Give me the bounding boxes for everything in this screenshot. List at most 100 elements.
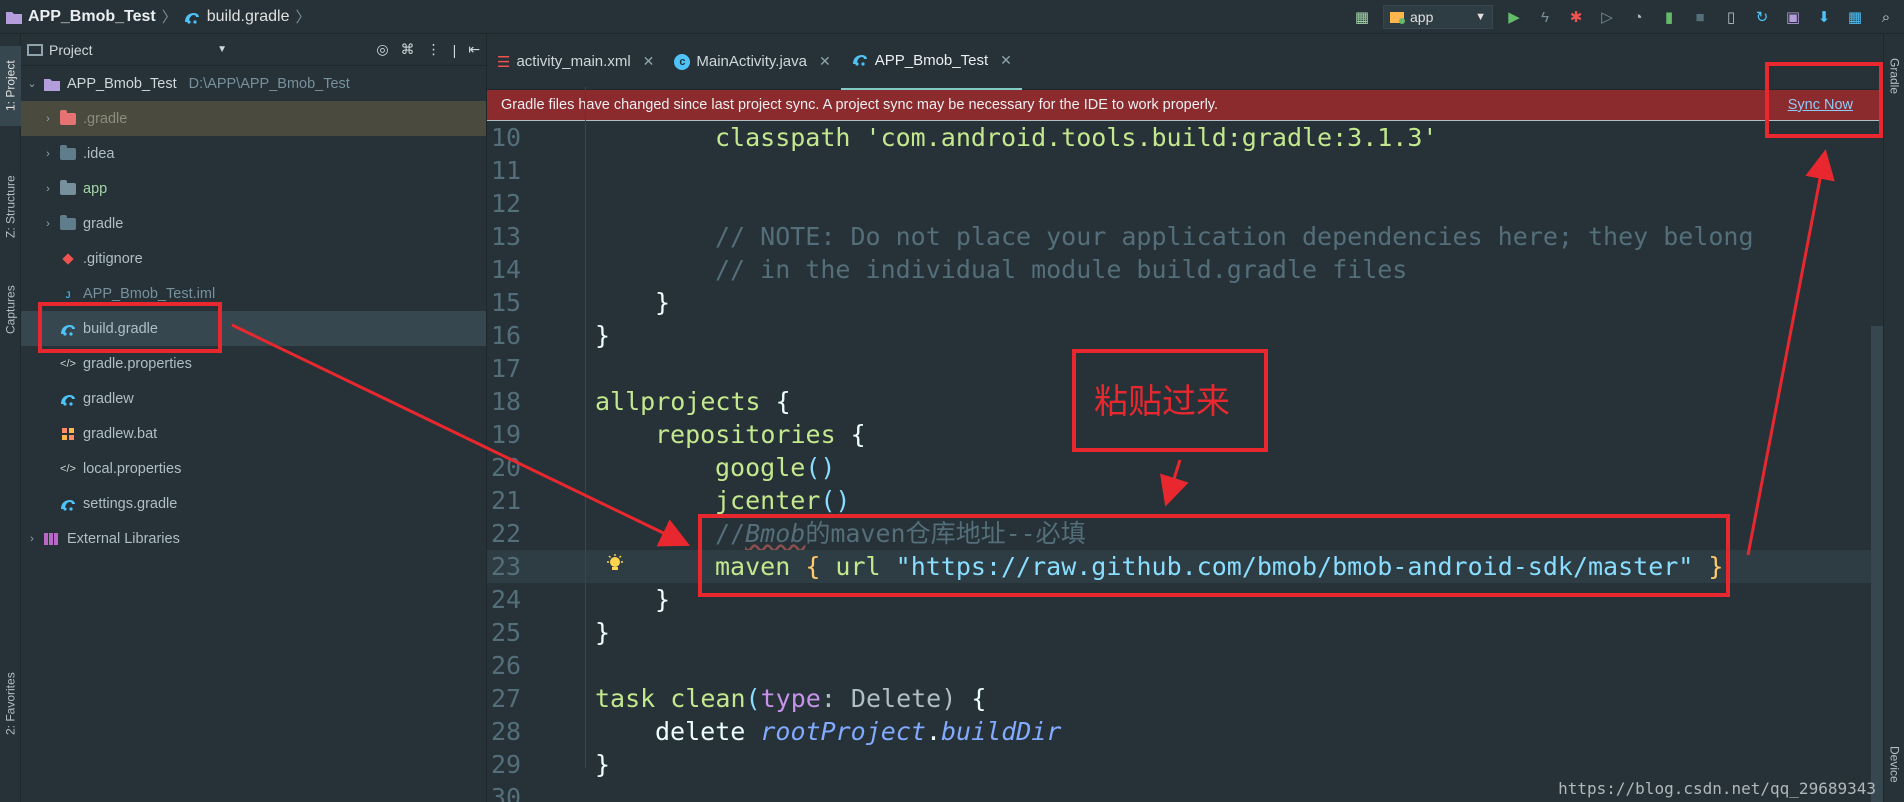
tree-item-external-libraries[interactable]: › External Libraries: [21, 521, 486, 556]
line-number: 13: [491, 222, 522, 251]
tree-item-label: settings.gradle: [83, 495, 178, 512]
gradle-icon: [59, 390, 77, 408]
tree-item-label: app: [83, 180, 108, 197]
lightbulb-icon[interactable]: [606, 554, 624, 574]
profile-icon[interactable]: ▷: [1597, 7, 1617, 27]
code-line: 27 task clean(type: Delete) {: [487, 682, 1883, 715]
code-token: task: [595, 684, 671, 713]
breadcrumb-file[interactable]: build.gradle: [183, 7, 290, 26]
search-icon[interactable]: ⌕: [1876, 7, 1896, 27]
sdk-icon[interactable]: ⬇: [1814, 7, 1834, 27]
tab-structure[interactable]: Z: Structure: [0, 152, 21, 262]
tree-item-gradlew[interactable]: gradlew: [21, 381, 486, 416]
run-config-select[interactable]: app ▼: [1383, 5, 1493, 29]
tab-app-bmob-test[interactable]: APP_Bmob_Test ✕: [840, 33, 1022, 90]
project-view-select[interactable]: Project ▼: [27, 42, 227, 58]
code-line: 12: [487, 187, 1883, 220]
editor-scrollbar[interactable]: [1871, 326, 1883, 802]
code-token: .: [925, 717, 941, 746]
tree-item-app[interactable]: › app: [21, 171, 486, 206]
code-token: (: [745, 684, 761, 713]
run-config-label: app: [1410, 9, 1434, 25]
code-token: type: [760, 684, 821, 713]
device-icon[interactable]: ▮: [1659, 7, 1679, 27]
close-icon[interactable]: ✕: [819, 53, 831, 70]
batch-file-icon: [59, 425, 77, 443]
code-token: }: [595, 321, 611, 350]
layout-icon[interactable]: ▦: [1845, 7, 1865, 27]
tree-item-gradle[interactable]: › gradle: [21, 206, 486, 241]
tab-captures[interactable]: Captures: [0, 270, 21, 350]
left-tool-strip: 1: Project Z: Structure Captures 2: Favo…: [0, 34, 21, 802]
tab-activity-main[interactable]: ☰ activity_main.xml ✕: [487, 34, 664, 90]
sdk-manager-icon[interactable]: ▯: [1721, 7, 1741, 27]
tab-favorites[interactable]: 2: Favorites: [0, 654, 21, 754]
library-icon: [43, 530, 61, 548]
sync-icon[interactable]: ↻: [1752, 7, 1772, 27]
tree-item-settings-gradle[interactable]: settings.gradle: [21, 486, 486, 521]
gutter-divider: [585, 87, 586, 768]
more-options-icon[interactable]: ⋮: [427, 41, 441, 58]
run-icon[interactable]: ▶: [1504, 7, 1524, 27]
tree-item-label: gradle.properties: [83, 355, 192, 372]
tree-item-idea[interactable]: › .idea: [21, 136, 486, 171]
project-panel-header: Project ▼ ◎ ⌘ ⋮ | ⇤: [21, 34, 486, 66]
line-number: 24: [491, 585, 522, 614]
code-token: (): [805, 453, 836, 482]
close-icon[interactable]: ✕: [1000, 52, 1012, 69]
tree-item-gradle-dir[interactable]: › .gradle: [21, 101, 486, 136]
folder-icon: [59, 214, 77, 233]
chevron-down-icon: ▼: [217, 44, 227, 55]
tree-item-local-properties[interactable]: </> local.properties: [21, 451, 486, 486]
tree-item-label: .idea: [83, 145, 115, 162]
line-number: 14: [491, 255, 522, 284]
code-token: rootProject: [760, 717, 926, 746]
code-token: {: [850, 420, 866, 449]
code-token: }: [655, 585, 671, 614]
tree-item-label: APP_Bmob_Test.iml: [83, 285, 216, 302]
code-token: {: [971, 684, 987, 713]
line-number: 17: [491, 354, 522, 383]
code-token: 'com.android.tools.build:gradle:3.1.3': [865, 123, 1438, 152]
tab-main-activity[interactable]: c MainActivity.java ✕: [664, 34, 840, 90]
structure-icon[interactable]: ▦: [1352, 7, 1372, 27]
chevron-down-icon: ▼: [1475, 11, 1486, 23]
tab-device[interactable]: Device: [1884, 734, 1904, 794]
code-area[interactable]: 10 classpath 'com.android.tools.build:gra…: [487, 121, 1883, 802]
annotation-label: 粘贴过来: [1094, 382, 1230, 422]
tree-root[interactable]: ⌄ APP_Bmob_Test D:\APP\APP_Bmob_Test: [21, 66, 486, 101]
breadcrumb-file-label: build.gradle: [206, 7, 290, 25]
target-icon[interactable]: ◎: [376, 41, 388, 58]
tab-favorites-label: 2: Favorites: [3, 672, 18, 736]
code-line: 15}: [487, 286, 1883, 319]
line-number: 30: [491, 783, 522, 802]
properties-icon: </>: [60, 462, 76, 475]
editor-tabs: ☰ activity_main.xml ✕ c MainActivity.jav…: [487, 33, 1883, 90]
chevron-right-icon: ›: [46, 147, 50, 160]
debug-icon[interactable]: ✱: [1566, 7, 1586, 27]
collapse-all-icon[interactable]: ⌘: [401, 41, 415, 58]
annotation-box-build-gradle: [38, 302, 222, 353]
avd-icon[interactable]: ▣: [1783, 7, 1803, 27]
stop-icon[interactable]: ■: [1690, 7, 1710, 27]
tab-gradle[interactable]: Gradle: [1884, 46, 1904, 106]
tab-project[interactable]: 1: Project: [0, 46, 21, 126]
code-line: 14 // in the individual module build.grad…: [487, 253, 1883, 286]
module-folder-icon: [59, 179, 77, 198]
gradle-icon: [851, 52, 869, 70]
code-comment: // in the individual module build.gradle…: [715, 255, 1408, 284]
attach-icon[interactable]: ◔: [1628, 7, 1648, 27]
close-icon[interactable]: ✕: [643, 53, 655, 70]
tree-item-gradlew-bat[interactable]: gradlew.bat: [21, 416, 486, 451]
breadcrumb-project[interactable]: APP_Bmob_Test: [6, 8, 156, 26]
navigation-bar: APP_Bmob_Test 〉 build.gradle 〉 ▦ app ▼ ▶…: [0, 0, 1904, 34]
apply-changes-icon[interactable]: ϟ: [1535, 7, 1555, 27]
tree-root-name: APP_Bmob_Test: [67, 75, 177, 92]
hide-panel-icon[interactable]: ⇤: [468, 41, 480, 58]
code-line: 10 classpath 'com.android.tools.build:gra…: [487, 121, 1883, 154]
tree-item-gitignore[interactable]: .gitignore: [21, 241, 486, 276]
tree-item-label: .gitignore: [83, 250, 143, 267]
annotation-box-sync: [1765, 62, 1883, 138]
code-token: delete: [655, 717, 761, 746]
git-icon: [59, 250, 77, 268]
